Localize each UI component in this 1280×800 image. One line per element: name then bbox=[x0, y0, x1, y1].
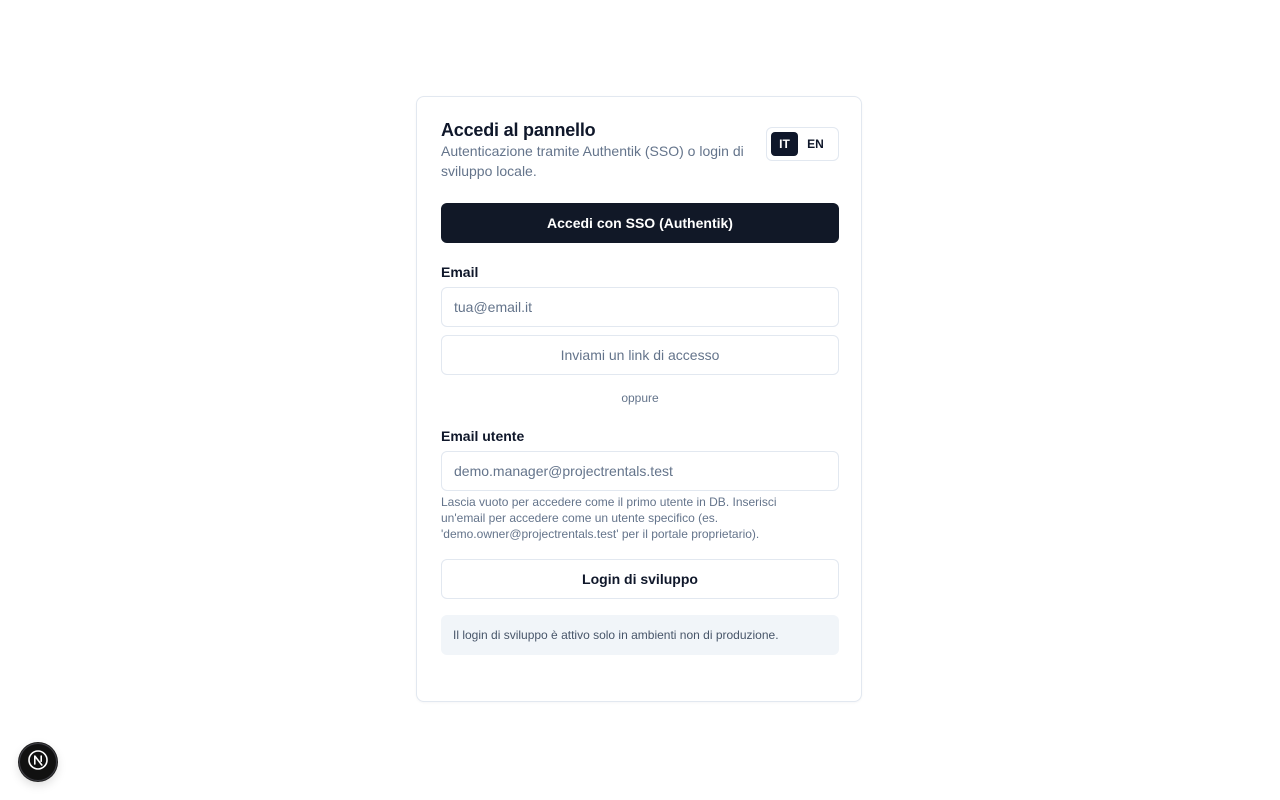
language-en-button[interactable]: EN bbox=[802, 132, 829, 156]
dev-login-button[interactable]: Login di sviluppo bbox=[441, 559, 839, 599]
card-header: Accedi al pannello Autenticazione tramit… bbox=[441, 119, 763, 181]
nextjs-icon bbox=[28, 749, 48, 775]
user-email-hint: Lascia vuoto per accedere come il primo … bbox=[441, 495, 777, 541]
separator-text: oppure bbox=[621, 391, 659, 405]
dev-login-notice-text: Il login di sviluppo è attivo solo in am… bbox=[453, 628, 779, 642]
card-subtitle: Autenticazione tramite Authentik (SSO) o… bbox=[441, 143, 744, 179]
card-title: Accedi al pannello bbox=[441, 120, 596, 140]
email-input[interactable] bbox=[441, 287, 839, 327]
dev-login-notice: Il login di sviluppo è attivo solo in am… bbox=[441, 615, 839, 655]
nextjs-dev-indicator-button[interactable] bbox=[19, 743, 57, 781]
send-magic-link-button[interactable]: Inviami un link di accesso bbox=[441, 335, 839, 375]
language-switcher: IT EN bbox=[766, 127, 839, 161]
user-email-input[interactable] bbox=[441, 451, 839, 491]
email-label: Email bbox=[441, 264, 479, 280]
language-it-button[interactable]: IT bbox=[771, 132, 798, 156]
login-card: Accedi al pannello Autenticazione tramit… bbox=[416, 96, 862, 702]
user-email-label: Email utente bbox=[441, 428, 525, 444]
sso-login-button[interactable]: Accedi con SSO (Authentik) bbox=[441, 203, 839, 243]
